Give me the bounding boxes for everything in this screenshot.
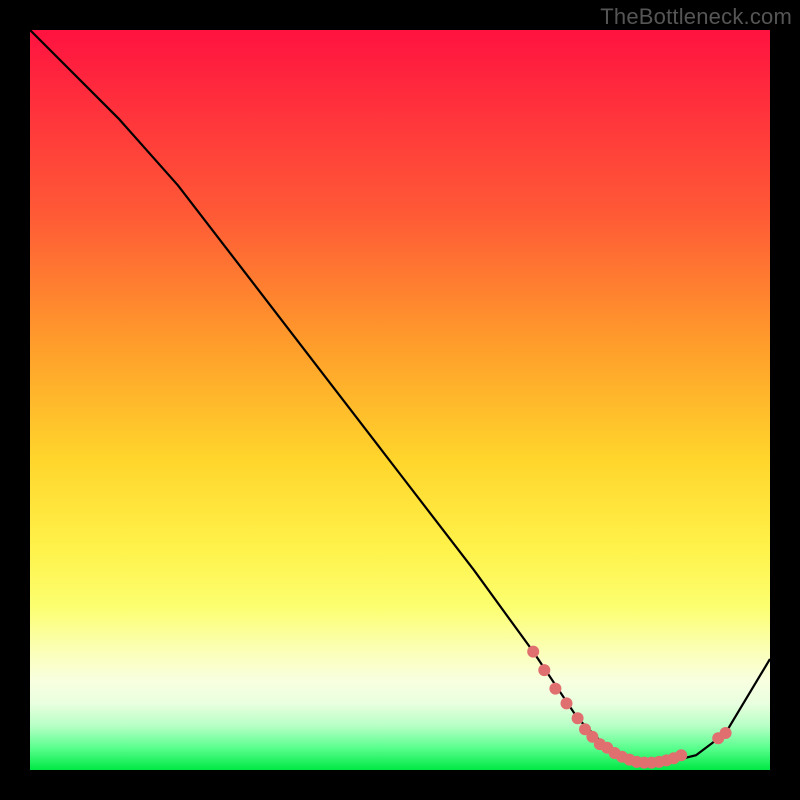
marker-dot	[572, 712, 584, 724]
marker-dot	[549, 683, 561, 695]
marker-dot	[527, 646, 539, 658]
plot-area	[30, 30, 770, 770]
curve-svg	[30, 30, 770, 770]
marker-dot	[675, 749, 687, 761]
marker-dot	[561, 697, 573, 709]
bottleneck-curve	[30, 30, 770, 763]
chart-frame: TheBottleneck.com	[0, 0, 800, 800]
marker-dot	[538, 664, 550, 676]
watermark-text: TheBottleneck.com	[600, 4, 792, 30]
marker-dot	[720, 727, 732, 739]
